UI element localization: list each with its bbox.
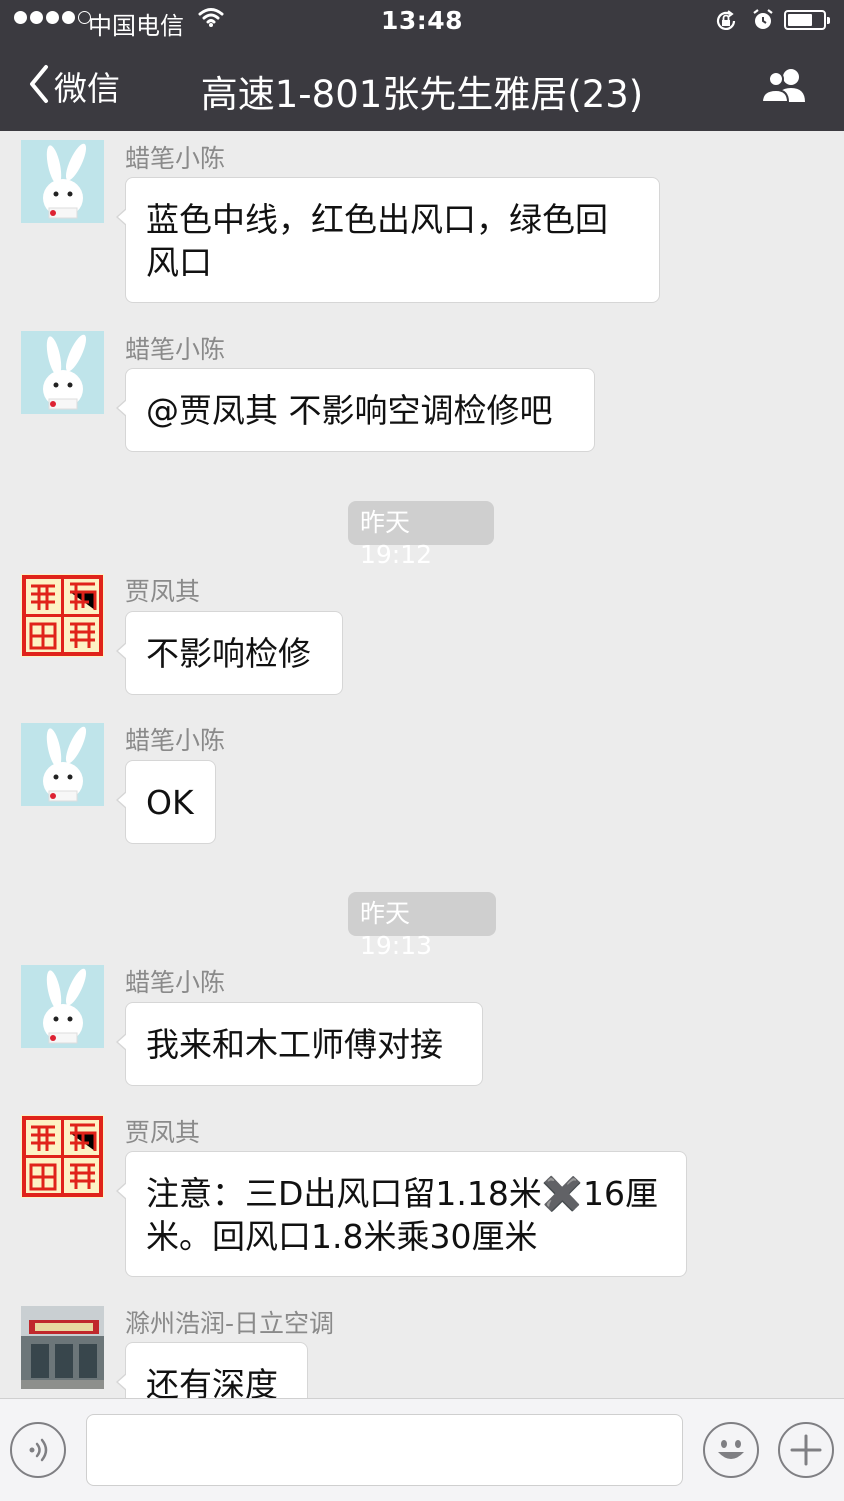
group-members-icon[interactable] (760, 66, 810, 110)
message-bubble[interactable]: 还有深度 (116, 1342, 308, 1398)
message-list[interactable]: 蜡笔小陈 蓝色中线，红色出风口，绿色回风口 蜡笔小陈 @贾凤其 不影响空调检修吧… (0, 131, 844, 1398)
storefront-avatar[interactable] (21, 1306, 104, 1389)
rabbit-avatar[interactable] (21, 140, 104, 223)
sender-name: 蜡笔小陈 (125, 144, 226, 173)
sender-name: 滁州浩润-日立空调 (125, 1309, 335, 1338)
top-header: 中国电信 13:48 微信 高速1-801张先生雅居(23) (0, 0, 844, 131)
sender-name: 蜡笔小陈 (125, 335, 226, 364)
navigation-bar: 微信 高速1-801张先生雅居(23) (0, 42, 844, 131)
sender-name: 蜡笔小陈 (125, 968, 226, 997)
timestamp-label: 昨天 19:13 (348, 892, 496, 960)
rabbit-avatar[interactable] (21, 965, 104, 1048)
voice-icon[interactable] (10, 1422, 66, 1478)
status-bar: 中国电信 13:48 (0, 0, 844, 42)
message-bubble[interactable]: OK (116, 760, 216, 844)
seal-avatar[interactable] (21, 1115, 104, 1198)
sender-name: 贾凤其 (125, 1118, 201, 1147)
message-bubble[interactable]: 我来和木工师傅对接 (116, 1002, 483, 1086)
plus-icon[interactable] (778, 1422, 834, 1478)
message-bubble[interactable]: 注意：三D出风口留1.18米✖️16厘米。回风口1.8米乘30厘米 (116, 1151, 687, 1277)
input-toolbar (0, 1398, 844, 1501)
sender-name: 蜡笔小陈 (125, 726, 226, 755)
battery-icon (784, 10, 830, 30)
rabbit-avatar[interactable] (21, 723, 104, 806)
orientation-lock-icon (714, 9, 738, 39)
timestamp-label: 昨天 19:12 (348, 501, 494, 569)
seal-avatar[interactable] (21, 574, 104, 657)
message-input[interactable] (86, 1414, 683, 1486)
message-bubble[interactable]: @贾凤其 不影响空调检修吧 (116, 368, 595, 452)
alarm-icon (751, 8, 775, 38)
message-bubble[interactable]: 蓝色中线，红色出风口，绿色回风口 (116, 177, 660, 303)
sender-name: 贾凤其 (125, 577, 201, 606)
chat-title: 高速1-801张先生雅居(23) (200, 73, 644, 116)
emoji-icon[interactable] (703, 1422, 759, 1478)
rabbit-avatar[interactable] (21, 331, 104, 414)
message-bubble[interactable]: 不影响检修 (116, 611, 343, 695)
